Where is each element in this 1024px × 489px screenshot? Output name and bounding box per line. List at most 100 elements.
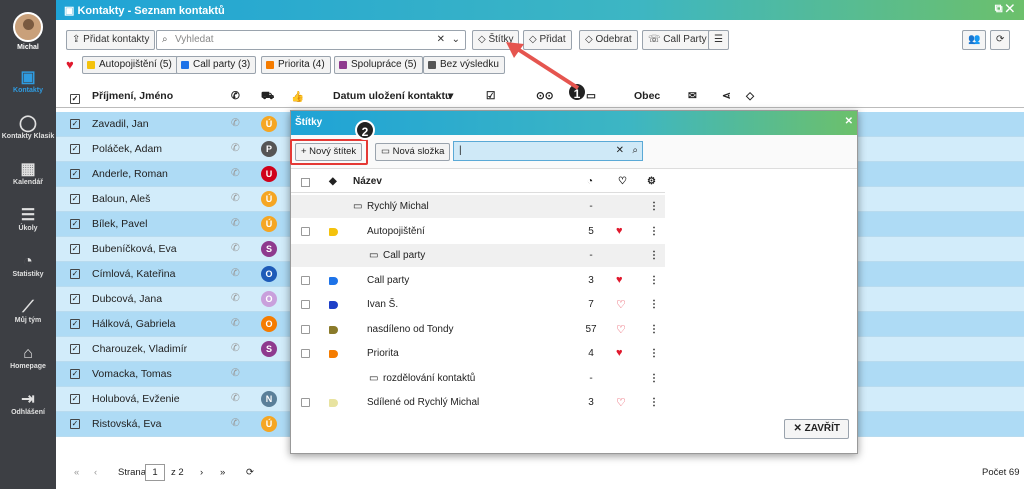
phone-icon[interactable]: ✆ bbox=[231, 167, 240, 179]
avatar[interactable] bbox=[13, 12, 43, 42]
heart-outline-icon[interactable]: ♡ bbox=[616, 396, 626, 409]
phone-icon[interactable]: ✆ bbox=[231, 317, 240, 329]
contact-name[interactable]: Anderle, Roman bbox=[92, 168, 168, 180]
settings-header-icon[interactable]: ⚙ bbox=[647, 176, 656, 187]
phone-icon[interactable]: ✆ bbox=[231, 242, 240, 254]
menu-button[interactable]: ☰ bbox=[708, 30, 729, 50]
next-page-icon[interactable]: › bbox=[200, 467, 203, 478]
contact-name[interactable]: Holubová, Evženie bbox=[92, 393, 180, 405]
row-checkbox[interactable]: ✓ bbox=[70, 119, 80, 129]
phone-icon[interactable]: ✆ bbox=[231, 192, 240, 204]
label-checkbox[interactable] bbox=[301, 349, 310, 358]
phone-icon[interactable]: ✆ bbox=[231, 342, 240, 354]
contact-name[interactable]: Charouzek, Vladimír bbox=[92, 343, 187, 355]
row-checkbox[interactable]: ✓ bbox=[70, 344, 80, 354]
tag-filter-button[interactable]: Priorita (4) bbox=[261, 56, 331, 74]
contact-name[interactable]: Baloun, Aleš bbox=[92, 193, 150, 205]
label-checkbox[interactable] bbox=[301, 398, 310, 407]
phone-icon[interactable]: ✆ bbox=[231, 292, 240, 304]
contact-name[interactable]: Poláček, Adam bbox=[92, 143, 162, 155]
sort-desc-icon[interactable]: ▾ bbox=[448, 90, 453, 102]
labels-col-name[interactable]: Název bbox=[353, 176, 382, 187]
col-date[interactable]: Datum uložení kontaktu bbox=[333, 90, 451, 102]
phone-icon[interactable]: ✆ bbox=[231, 117, 240, 129]
label-row[interactable]: Ivan Š. 7 ♡ ⋮ bbox=[291, 293, 665, 317]
favorite-heart-icon[interactable]: ♥ bbox=[66, 57, 74, 72]
sidebar-item-5[interactable]: ⟋ Můj tým bbox=[0, 293, 56, 339]
more-options-icon[interactable]: ⋮ bbox=[649, 226, 659, 237]
col-city[interactable]: Obec bbox=[634, 90, 660, 102]
label-search-input[interactable]: | ✕ ⌕ bbox=[453, 141, 643, 161]
sidebar-item-7[interactable]: ⇥ Odhlášení bbox=[0, 385, 56, 431]
reload-icon[interactable]: ⟳ bbox=[246, 467, 254, 478]
label-folder-row[interactable]: ▭ Rychlý Michal - ⋮ bbox=[291, 195, 665, 219]
row-checkbox[interactable]: ✓ bbox=[70, 144, 80, 154]
label-row[interactable]: Sdílené od Rychlý Michal 3 ♡ ⋮ bbox=[291, 391, 665, 415]
heart-outline-icon[interactable]: ♡ bbox=[616, 298, 626, 311]
first-page-icon[interactable]: « bbox=[74, 467, 79, 478]
row-checkbox[interactable]: ✓ bbox=[70, 219, 80, 229]
window-controls[interactable]: ⧉ ✕ bbox=[995, 3, 1014, 16]
phone-icon[interactable]: ✆ bbox=[231, 267, 240, 279]
label-checkbox[interactable] bbox=[301, 300, 310, 309]
sidebar-item-0[interactable]: ▣ Kontakty bbox=[0, 63, 56, 109]
add-contacts-button[interactable]: ⇪ Přidat kontakty bbox=[66, 30, 156, 50]
heart-filled-icon[interactable]: ♥ bbox=[616, 347, 623, 359]
heart-outline-icon[interactable]: ♡ bbox=[616, 323, 626, 336]
row-checkbox[interactable]: ✓ bbox=[70, 394, 80, 404]
contact-name[interactable]: Bubeníčková, Eva bbox=[92, 243, 177, 255]
heart-filled-icon[interactable]: ♥ bbox=[616, 274, 623, 286]
label-checkbox[interactable] bbox=[301, 226, 310, 236]
labels-select-all[interactable] bbox=[301, 178, 310, 187]
contact-name[interactable]: Dubcová, Jana bbox=[92, 293, 162, 305]
label-folder-row[interactable]: ▭ rozdělování kontaktů - ⋮ bbox=[291, 367, 665, 391]
more-options-icon[interactable]: ⋮ bbox=[649, 373, 659, 384]
phone-icon[interactable]: ✆ bbox=[231, 417, 240, 429]
contact-name[interactable]: Bílek, Pavel bbox=[92, 218, 147, 230]
clear-search-icon[interactable]: ✕ bbox=[616, 142, 624, 160]
more-options-icon[interactable]: ⋮ bbox=[649, 275, 659, 286]
label-row[interactable]: Autopojištění 5 ♥ ⋮ bbox=[291, 220, 665, 244]
close-button[interactable]: ✕ ZAVŘÍT bbox=[784, 419, 849, 439]
more-options-icon[interactable]: ⋮ bbox=[649, 348, 659, 359]
label-checkbox[interactable] bbox=[301, 275, 310, 285]
search-input[interactable]: ⌕ Vyhledat ✕ ⌄ bbox=[156, 30, 466, 50]
row-checkbox[interactable]: ✓ bbox=[70, 194, 80, 204]
contact-name[interactable]: Zavadil, Jan bbox=[92, 118, 149, 130]
contact-name[interactable]: Címlová, Kateřina bbox=[92, 268, 175, 280]
last-page-icon[interactable]: » bbox=[220, 467, 225, 478]
more-options-icon[interactable]: ⋮ bbox=[649, 397, 659, 408]
tag-filter-button[interactable]: Call party (3) bbox=[176, 56, 257, 74]
label-row[interactable]: Call party 3 ♥ ⋮ bbox=[291, 269, 665, 293]
row-checkbox[interactable]: ✓ bbox=[70, 419, 80, 429]
row-checkbox[interactable]: ✓ bbox=[70, 319, 80, 329]
sidebar-item-2[interactable]: ▦ Kalendář bbox=[0, 155, 56, 201]
row-checkbox[interactable]: ✓ bbox=[70, 169, 80, 179]
contact-name[interactable]: Hálková, Gabriela bbox=[92, 318, 175, 330]
page-input[interactable]: 1 bbox=[145, 464, 165, 481]
row-checkbox[interactable]: ✓ bbox=[70, 244, 80, 254]
clear-icon[interactable]: ✕ bbox=[437, 31, 445, 49]
sidebar-item-4[interactable]: ◔ Statistiky bbox=[0, 247, 56, 293]
label-row[interactable]: nasdíleno od Tondy 57 ♡ ⋮ bbox=[291, 318, 665, 342]
phone-icon[interactable]: ✆ bbox=[231, 217, 240, 229]
contact-name[interactable]: Vomacka, Tomas bbox=[92, 368, 172, 380]
tag-filter-button[interactable]: Autopojištění (5) bbox=[82, 56, 178, 74]
col-name[interactable]: Příjmení, Jméno bbox=[92, 90, 173, 102]
more-options-icon[interactable]: ⋮ bbox=[649, 324, 659, 335]
more-options-icon[interactable]: ⋮ bbox=[649, 299, 659, 310]
close-icon[interactable]: ✕ bbox=[845, 116, 853, 127]
sidebar-item-3[interactable]: ☰ Úkoly bbox=[0, 201, 56, 247]
label-row[interactable]: Priorita 4 ♥ ⋮ bbox=[291, 342, 665, 366]
sidebar-item-1[interactable]: ◯ Kontakty Klasik bbox=[0, 109, 56, 155]
phone-icon[interactable]: ✆ bbox=[231, 392, 240, 404]
sidebar-item-6[interactable]: ⌂ Homepage bbox=[0, 339, 56, 385]
label-checkbox[interactable] bbox=[301, 324, 310, 334]
users-button[interactable]: 👥 bbox=[962, 30, 987, 50]
label-folder-row[interactable]: ▭ Call party - ⋮ bbox=[291, 244, 665, 268]
prev-page-icon[interactable]: ‹ bbox=[94, 467, 97, 478]
row-checkbox[interactable]: ✓ bbox=[70, 269, 80, 279]
more-options-icon[interactable]: ⋮ bbox=[649, 201, 659, 212]
phone-icon[interactable]: ✆ bbox=[231, 142, 240, 154]
tag-filter-button[interactable]: Bez výsledku bbox=[423, 56, 505, 74]
